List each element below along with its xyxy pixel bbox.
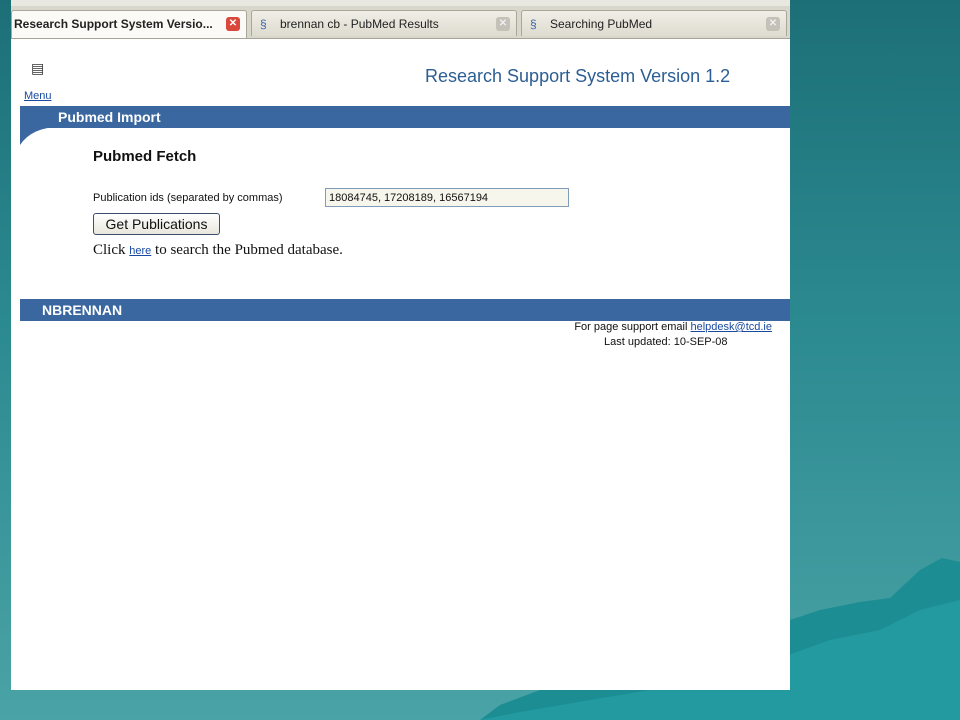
pubmed-import-band: Pubmed Import: [20, 106, 790, 128]
menu-icon[interactable]: ▤: [31, 60, 49, 76]
username-label: NBRENNAN: [42, 302, 123, 318]
tab-title: Research Support System Versio...: [14, 17, 213, 31]
band-label: Pubmed Import: [58, 109, 161, 125]
support-prefix: For page support email: [574, 321, 688, 333]
last-updated: Last updated: 10-SEP-08: [604, 336, 728, 348]
section-title: Pubmed Fetch: [93, 148, 197, 165]
tab-bar: Research Support System Versio... ✕ § br…: [11, 6, 790, 39]
close-icon[interactable]: ✕: [766, 17, 780, 31]
close-icon[interactable]: ✕: [226, 17, 240, 31]
menu-link[interactable]: Menu: [24, 90, 52, 102]
search-hint: Click here to search the Pubmed database…: [93, 242, 343, 259]
support-line: For page support email helpdesk@tcd.ie: [574, 321, 772, 333]
browser-window: Research Support System Versio... ✕ § br…: [11, 0, 790, 690]
tab-searching-pubmed[interactable]: § Searching PubMed ✕: [521, 10, 787, 36]
page-title: Research Support System Version 1.2: [425, 66, 731, 86]
pubmed-icon: §: [260, 17, 267, 31]
support-email-link[interactable]: helpdesk@tcd.ie: [691, 321, 773, 333]
close-icon[interactable]: ✕: [496, 17, 510, 31]
hint-prefix: Click: [93, 242, 126, 258]
here-link[interactable]: here: [129, 245, 151, 257]
tab-pubmed-results[interactable]: § brennan cb - PubMed Results ✕: [251, 10, 517, 36]
hint-suffix: to search the Pubmed database.: [155, 242, 343, 258]
tab-title: brennan cb - PubMed Results: [280, 17, 439, 31]
tab-research-support[interactable]: Research Support System Versio... ✕: [11, 10, 247, 38]
tab-title: Searching PubMed: [550, 17, 653, 31]
pubmed-icon: §: [530, 17, 537, 31]
get-publications-button[interactable]: Get Publications: [93, 213, 220, 235]
publication-ids-input[interactable]: [325, 188, 569, 207]
user-band: NBRENNAN: [20, 299, 790, 321]
publication-ids-label: Publication ids (separated by commas): [93, 192, 283, 204]
band-curve-decoration: [20, 127, 60, 145]
